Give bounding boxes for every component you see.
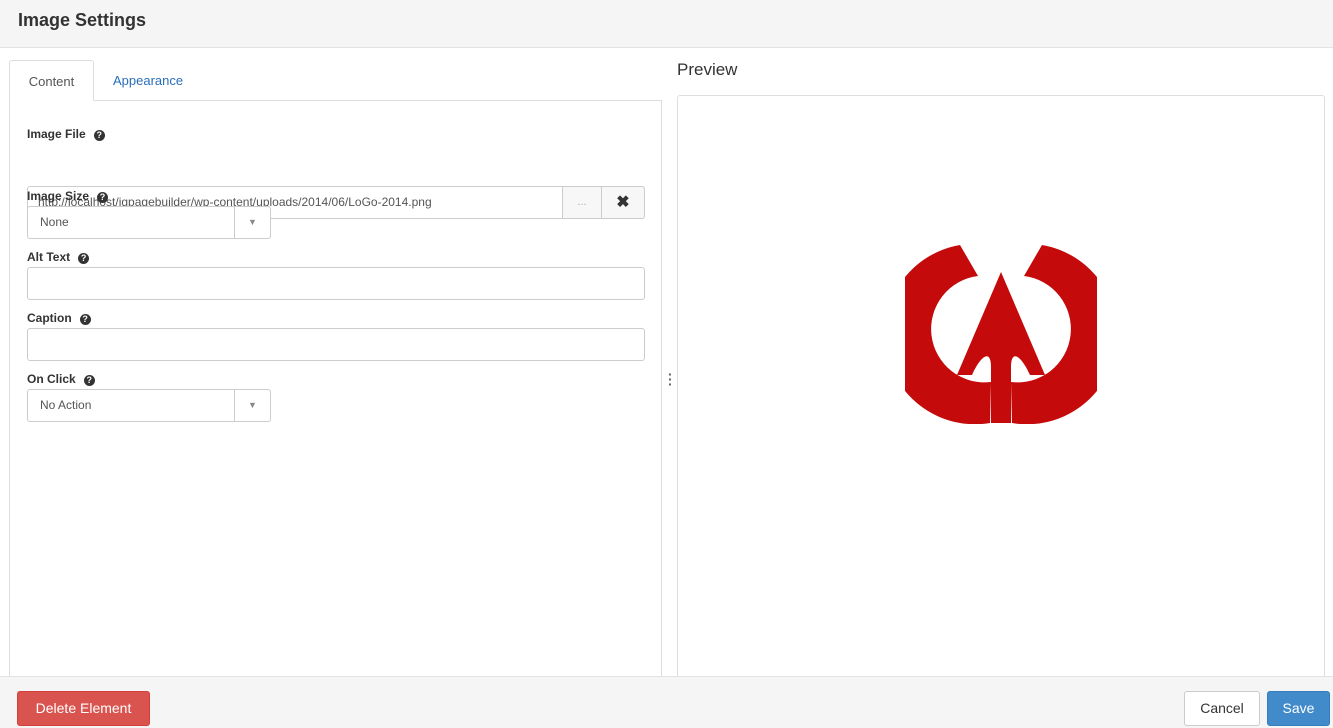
save-button[interactable]: Save (1267, 691, 1330, 726)
delete-element-button[interactable]: Delete Element (17, 691, 150, 726)
browse-button[interactable]: ... (562, 186, 602, 219)
tab-content[interactable]: Content (9, 60, 94, 101)
tab-appearance[interactable]: Appearance (97, 60, 199, 101)
dialog-header: Image Settings (0, 0, 1333, 48)
settings-panel: Content Appearance Image File? http://lo… (9, 60, 662, 680)
tab-bar: Content Appearance (9, 60, 662, 101)
image-file-label-text: Image File (27, 127, 86, 141)
content-pane: Image File? http://localhost/igpagebuild… (9, 100, 662, 680)
alt-text-input[interactable] (27, 267, 645, 300)
on-click-label: On Click? (27, 372, 95, 386)
dialog-footer: Delete Element Cancel Save (0, 676, 1333, 728)
chevron-down-icon: ▼ (234, 207, 270, 238)
alt-text-label: Alt Text? (27, 250, 90, 264)
image-size-value: None (40, 215, 69, 229)
logo-image (905, 245, 1097, 424)
dialog-title: Image Settings (18, 10, 147, 30)
image-size-label-text: Image Size (27, 189, 90, 203)
help-icon[interactable]: ? (83, 375, 95, 386)
image-file-label: Image File? (27, 127, 105, 141)
chevron-down-icon: ▼ (234, 390, 270, 421)
preview-panel (677, 95, 1325, 680)
caption-input[interactable] (27, 328, 645, 361)
help-icon[interactable]: ? (93, 130, 105, 141)
caption-label-text: Caption (27, 311, 72, 325)
cancel-button[interactable]: Cancel (1184, 691, 1260, 726)
help-icon[interactable]: ? (78, 253, 90, 264)
alt-text-label-text: Alt Text (27, 250, 71, 264)
image-size-label: Image Size? (27, 189, 109, 203)
caption-label: Caption? (27, 311, 91, 325)
clear-button[interactable]: ✖ (601, 186, 645, 219)
help-icon[interactable]: ? (97, 192, 109, 203)
resize-handle[interactable]: · · · (668, 367, 673, 391)
close-icon: ✖ (616, 194, 630, 211)
on-click-select[interactable]: No Action ▼ (27, 389, 271, 422)
on-click-label-text: On Click (27, 372, 76, 386)
preview-title: Preview (677, 60, 738, 79)
help-icon[interactable]: ? (79, 314, 91, 325)
on-click-value: No Action (40, 398, 92, 412)
image-size-select[interactable]: None ▼ (27, 206, 271, 239)
